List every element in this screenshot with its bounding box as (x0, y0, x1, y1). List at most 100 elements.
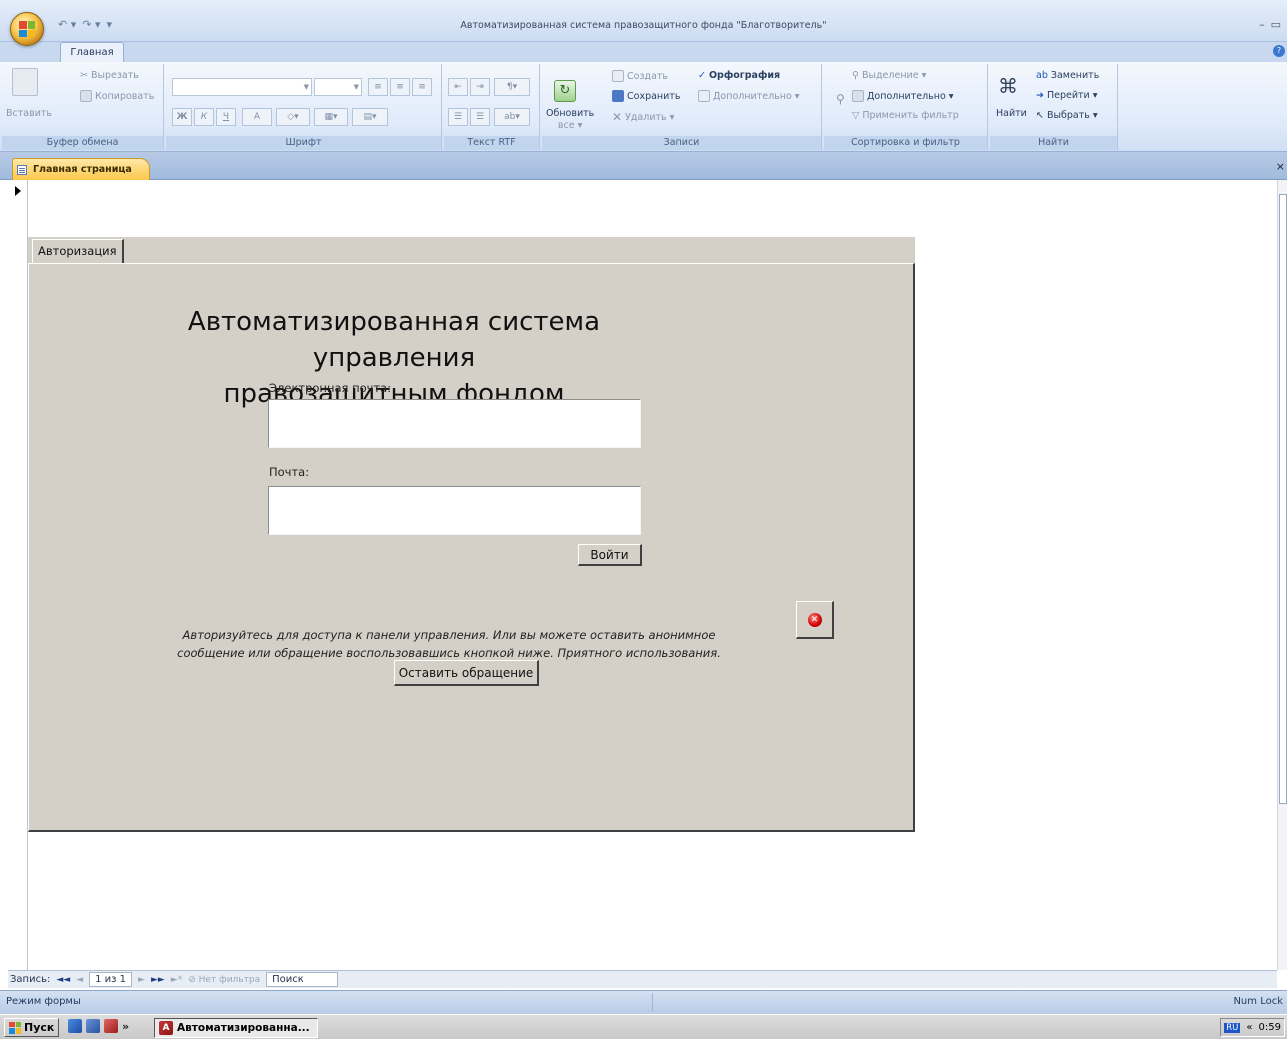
spelling-button[interactable]: ✓ Орфография (698, 70, 780, 81)
align-left-icon[interactable]: ≡ (368, 78, 388, 96)
delete-record-button[interactable]: ✕ Удалить ▾ (612, 110, 674, 124)
new-record-nav-button[interactable]: ►* (171, 975, 182, 985)
spelling-label: Орфография (708, 70, 781, 81)
toggle-filter-button[interactable]: ▽ Применить фильтр (852, 110, 959, 121)
tab-main-page[interactable]: Главная страница (12, 158, 150, 180)
vertical-scrollbar[interactable] (1277, 180, 1287, 970)
filter-icon[interactable]: ⚲ (836, 92, 845, 106)
new-record-label: Создать (627, 70, 669, 82)
group-caption-rtf: Текст RTF (444, 136, 539, 150)
access-launch-icon[interactable] (104, 1019, 118, 1033)
more-records-button[interactable]: Дополнительно ▾ (698, 90, 800, 102)
login-button[interactable]: Войти (578, 544, 642, 566)
increase-indent-icon[interactable]: ⇥ (470, 78, 490, 96)
selection-label: Выделение ▾ (861, 70, 927, 81)
show-desktop-icon[interactable] (68, 1019, 82, 1033)
leave-appeal-button[interactable]: Оставить обращение (394, 660, 539, 686)
record-selector[interactable] (8, 180, 28, 970)
font-name-combo[interactable]: ▼ (172, 78, 312, 96)
current-record-icon (15, 186, 21, 196)
start-button[interactable]: Пуск (4, 1018, 60, 1037)
filter-status[interactable]: ⊘ Нет фильтра (188, 975, 260, 985)
hint-line1: Авторизуйтесь для доступа к панели управ… (182, 628, 716, 642)
restore-button[interactable]: ▭ (1271, 18, 1281, 31)
help-icon[interactable]: ? (1273, 45, 1285, 57)
align-right-icon[interactable]: ≡ (412, 78, 432, 96)
paste-label: Вставить (6, 108, 53, 119)
form-view-area: Автоматизированная система управления пр… (0, 180, 1287, 970)
prev-record-button[interactable]: ◄ (76, 975, 83, 985)
align-center-icon[interactable]: ≡ (390, 78, 410, 96)
numbering-icon[interactable]: ☰ (448, 108, 468, 126)
record-position-field[interactable]: 1 из 1 (89, 972, 133, 987)
taskbar-item-access[interactable]: A Автоматизированна... (154, 1018, 318, 1038)
bullets-icon[interactable]: ☰ (470, 108, 490, 126)
tab-authorization[interactable]: Авторизация (32, 239, 124, 263)
save-launch-icon[interactable] (86, 1019, 100, 1033)
spelling-icon: ✓ (698, 70, 706, 81)
text-direction-icon[interactable]: ¶▾ (494, 78, 530, 96)
select-button[interactable]: ↖ Выбрать ▾ (1036, 110, 1098, 121)
decrease-indent-icon[interactable]: ⇤ (448, 78, 468, 96)
chevron-down-icon: ▼ (303, 83, 309, 91)
language-indicator[interactable]: RU (1224, 1022, 1241, 1033)
close-form-button[interactable]: ✕ (796, 601, 834, 639)
copy-button[interactable]: Копировать (80, 90, 154, 102)
scissors-icon: ✂ (80, 70, 88, 81)
tray-expand-icon[interactable]: « (1246, 1022, 1252, 1033)
group-caption-find: Найти (990, 136, 1117, 150)
start-label: Пуск (24, 1021, 55, 1034)
window-controls: – ▭ (1259, 18, 1281, 31)
chevron-down-icon: ▼ (353, 83, 359, 91)
font-size-combo[interactable]: ▼ (314, 78, 362, 96)
first-record-button[interactable]: ◄◄ (56, 975, 70, 985)
search-input[interactable]: Поиск (266, 972, 339, 987)
bold-button[interactable]: Ж (172, 108, 192, 126)
filter-selection-icon: ⚲ (852, 70, 859, 81)
office-logo-icon (19, 21, 35, 37)
group-clipboard: Вставить ✂ Вырезать Копировать Буфер обме… (2, 64, 164, 150)
alt-fill-icon[interactable]: ▤▾ (352, 108, 388, 126)
minimize-button[interactable]: – (1259, 18, 1265, 31)
title-bar: ↶ ▾ ↷ ▾ ▾ Автоматизированная система пра… (0, 0, 1287, 46)
gridlines-icon[interactable]: ▦▾ (314, 108, 348, 126)
group-caption-sort-filter: Сортировка и фильтр (824, 136, 987, 150)
goto-button[interactable]: ➜ Перейти ▾ (1036, 90, 1098, 101)
authorization-form: Автоматизированная система управления пр… (28, 237, 915, 832)
find-button[interactable]: Найти (996, 108, 1027, 119)
password-field[interactable] (268, 486, 641, 535)
refresh-all-button[interactable]: Обновить все ▾ (546, 108, 594, 132)
refresh-label: Обновить (546, 108, 595, 119)
close-document-button[interactable]: × (1276, 160, 1285, 173)
fill-color-icon[interactable]: ◇▾ (276, 108, 310, 126)
more-launch-icon[interactable]: » (122, 1020, 129, 1033)
more-label: Дополнительно ▾ (713, 90, 800, 102)
system-tray: RU « 0:59 (1220, 1018, 1285, 1037)
italic-button[interactable]: К (194, 108, 214, 126)
office-button[interactable] (10, 12, 44, 46)
paste-icon (12, 68, 38, 96)
underline-button[interactable]: Ч (216, 108, 236, 126)
email-field[interactable] (268, 399, 641, 448)
no-filter-icon: ⊘ (188, 974, 199, 985)
new-record-button[interactable]: Создать (612, 70, 668, 82)
binoculars-icon: ⌘ (998, 74, 1018, 98)
tab-home[interactable]: Главная (60, 42, 124, 62)
copy-icon (80, 90, 92, 102)
hint-text: Авторизуйтесь для доступа к панели управ… (139, 626, 759, 662)
clock[interactable]: 0:59 (1259, 1022, 1281, 1033)
status-divider (652, 993, 653, 1011)
selection-button[interactable]: ⚲ Выделение ▾ (852, 70, 926, 81)
scrollbar-thumb[interactable] (1279, 194, 1287, 804)
advanced-filter-button[interactable]: Дополнительно ▾ (852, 90, 954, 102)
font-color-button[interactable]: A (242, 108, 272, 126)
save-record-button[interactable]: Сохранить (612, 90, 680, 102)
record-label: Запись: (10, 974, 51, 985)
tab-page-authorization: Автоматизированная система управления пр… (28, 263, 915, 832)
replace-button[interactable]: ab Заменить (1036, 70, 1099, 81)
paste-button[interactable]: Вставить (6, 108, 52, 119)
next-record-button[interactable]: ► (138, 975, 145, 985)
last-record-button[interactable]: ►► (151, 975, 165, 985)
cut-button[interactable]: ✂ Вырезать (80, 70, 139, 81)
highlight-icon[interactable]: ab▾ (494, 108, 530, 126)
